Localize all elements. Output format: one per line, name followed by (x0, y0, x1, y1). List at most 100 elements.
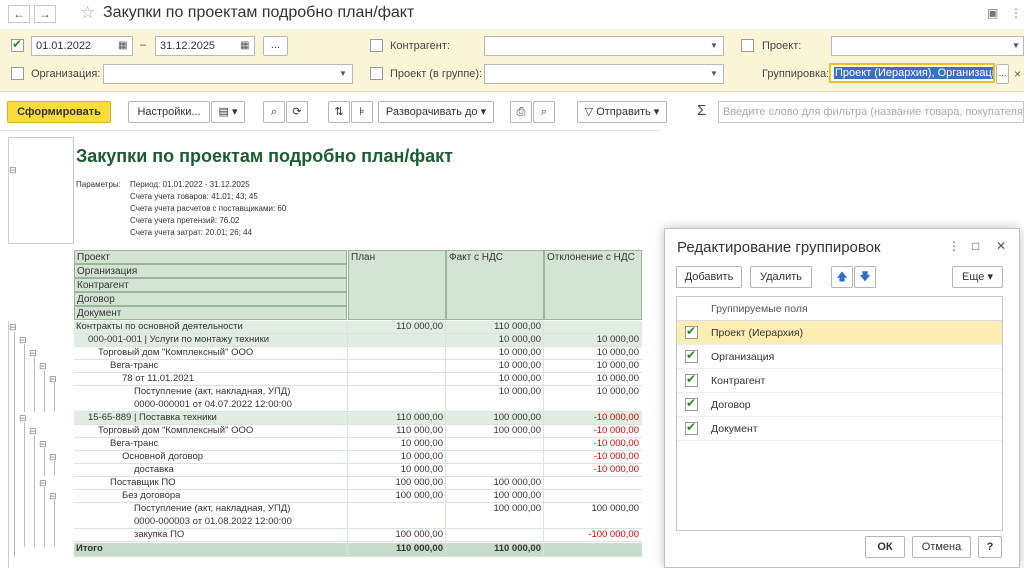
table-row[interactable]: Контракты по основной деятельности 110 0… (74, 321, 642, 334)
collapse-icon[interactable]: ⊟ (29, 426, 37, 437)
collapse-icon[interactable]: ⊟ (29, 348, 37, 359)
project-group-checkbox[interactable] (370, 67, 383, 80)
item-checkbox[interactable] (685, 324, 698, 339)
collapse-icon[interactable]: ⊟ (49, 491, 57, 502)
cancel-button[interactable]: Отмена (912, 536, 971, 558)
table-row[interactable]: 000-001-001 | Услуги по монтажу техники … (74, 334, 642, 347)
row-fact: 10 000,00 (498, 386, 541, 397)
chevron-down-icon[interactable]: ▼ (706, 37, 722, 55)
collapse-icon[interactable]: ⊟ (39, 439, 47, 450)
tree-line (44, 487, 45, 547)
clear-icon[interactable]: × (1014, 67, 1021, 81)
table-row[interactable]: Вега-транс 10 000,00 -10 000,00 (74, 438, 642, 451)
send-button[interactable]: ▽ Отправить ▾ (577, 101, 667, 123)
table-row[interactable]: Вега-транс 10 000,00 10 000,00 (74, 360, 642, 373)
list-item[interactable]: Организация (677, 345, 1002, 369)
chevron-down-icon[interactable]: ▼ (1008, 37, 1024, 55)
period-checkbox[interactable] (11, 37, 24, 52)
group-button[interactable]: ⊧ (351, 101, 373, 123)
sort-asc-button[interactable]: ⇅ (328, 101, 350, 123)
collapse-icon[interactable]: ⊟ (19, 413, 27, 424)
row-plan: 10 000,00 (400, 438, 443, 449)
list-item[interactable]: Документ (677, 417, 1002, 441)
more-button[interactable]: Еще ▾ (952, 266, 1003, 288)
table-row[interactable]: 78 от 11.01.2021 10 000,00 10 000,00 (74, 373, 642, 386)
item-checkbox[interactable] (685, 420, 698, 435)
print-button[interactable]: ⎙ (510, 101, 532, 123)
chevron-down-icon[interactable]: ▼ (335, 65, 351, 83)
row-fact: 10 000,00 (498, 347, 541, 358)
table-row[interactable]: доставка 10 000,00 -10 000,00 (74, 464, 642, 477)
item-checkbox[interactable] (685, 396, 698, 411)
menu-icon[interactable]: ⋮ (1010, 6, 1022, 20)
preview-button[interactable]: ⌕ (533, 101, 555, 123)
header-plan: План (348, 250, 446, 320)
table-row[interactable]: Без договора 100 000,00 100 000,00 (74, 490, 642, 503)
collapse-icon[interactable]: ⊟ (19, 335, 27, 346)
expand-to-button[interactable]: Разворачивать до ▾ (378, 101, 494, 123)
variants-button[interactable]: ▤ ▾ (211, 101, 245, 123)
collapse-icon[interactable]: ⊟ (9, 165, 17, 176)
arrow-up-icon[interactable]: 🡅 (831, 266, 853, 288)
filter-search-input[interactable]: Введите слово для фильтра (название това… (718, 101, 1024, 123)
find-next-button[interactable]: ⟳ (286, 101, 308, 123)
settings-button[interactable]: Настройки... (128, 101, 210, 123)
table-row[interactable]: Торговый дом "Комплексный" ООО 110 000,0… (74, 425, 642, 438)
row-deviation: -10 000,00 (593, 412, 639, 423)
forward-arrow-icon[interactable]: → (34, 5, 56, 23)
list-item[interactable]: Договор (677, 393, 1002, 417)
more-menu-icon[interactable]: ⋮ (948, 239, 960, 253)
row-plan: 10 000,00 (400, 451, 443, 462)
save-icon[interactable]: ▣ (987, 6, 998, 20)
add-button[interactable]: Добавить (676, 266, 742, 288)
table-row[interactable]: закупка ПО 100 000,00 -100 000,00 (74, 529, 642, 542)
table-row[interactable]: Поступление (акт, накладная, УПД) 0000-0… (74, 386, 642, 412)
project-checkbox[interactable] (741, 39, 754, 52)
arrow-down-icon[interactable]: 🡇 (854, 266, 876, 288)
table-row[interactable]: 15-65-889 | Поставка техники 110 000,00 … (74, 412, 642, 425)
collapse-icon[interactable]: ⊟ (9, 322, 17, 333)
sum-icon[interactable]: Σ (697, 102, 706, 119)
list-item[interactable]: Контрагент (677, 369, 1002, 393)
row-plan (348, 360, 446, 373)
collapse-icon[interactable]: ⊟ (39, 361, 47, 372)
back-arrow-icon[interactable]: ← (8, 5, 30, 23)
maximize-icon[interactable]: □ (972, 239, 979, 253)
help-button[interactable]: ? (978, 536, 1002, 558)
project-input[interactable] (831, 36, 1024, 56)
row-label: закупка ПО (134, 529, 185, 540)
ok-button[interactable]: ОК (865, 536, 905, 558)
remove-button[interactable]: Удалить (750, 266, 812, 288)
total-row[interactable]: Итого 110 000,00 110 000,00 (74, 543, 642, 557)
find-button[interactable]: ⌕ (263, 101, 285, 123)
grouping-input[interactable]: Проект (Иерархия), Организация (829, 63, 995, 83)
table-row[interactable]: Основной договор 10 000,00 -10 000,00 (74, 451, 642, 464)
collapse-icon[interactable]: ⊟ (49, 452, 57, 463)
row-plan (348, 373, 446, 386)
row-label: Без договора (122, 490, 181, 501)
period-select-button[interactable]: ... (263, 36, 288, 56)
close-icon[interactable]: ✕ (996, 239, 1006, 253)
organization-checkbox[interactable] (11, 67, 24, 80)
collapse-icon[interactable]: ⊟ (39, 478, 47, 489)
chevron-down-icon[interactable]: ▼ (706, 65, 722, 83)
collapse-icon[interactable]: ⊟ (49, 374, 57, 385)
project-group-input[interactable] (484, 64, 724, 84)
calendar-icon[interactable]: ▦ (118, 40, 127, 51)
item-label: Организация (711, 351, 775, 363)
table-row[interactable]: Поступление (акт, накладная, УПД) 0000-0… (74, 503, 642, 529)
counterparty-input[interactable] (484, 36, 724, 56)
row-deviation: -10 000,00 (593, 464, 639, 475)
generate-button[interactable]: Сформировать (7, 101, 111, 123)
favorite-star-icon[interactable]: ☆ (80, 3, 95, 23)
calendar-icon[interactable]: ▦ (240, 40, 249, 51)
organization-input[interactable] (103, 64, 353, 84)
table-row[interactable]: Поставщик ПО 100 000,00 100 000,00 (74, 477, 642, 490)
list-item[interactable]: Проект (Иерархия) (677, 321, 1002, 345)
grouping-select-button[interactable]: ... (996, 64, 1009, 84)
table-row[interactable]: Торговый дом "Комплексный" ООО 10 000,00… (74, 347, 642, 360)
item-checkbox[interactable] (685, 348, 698, 363)
row-fact (446, 451, 544, 464)
item-checkbox[interactable] (685, 372, 698, 387)
counterparty-checkbox[interactable] (370, 39, 383, 52)
